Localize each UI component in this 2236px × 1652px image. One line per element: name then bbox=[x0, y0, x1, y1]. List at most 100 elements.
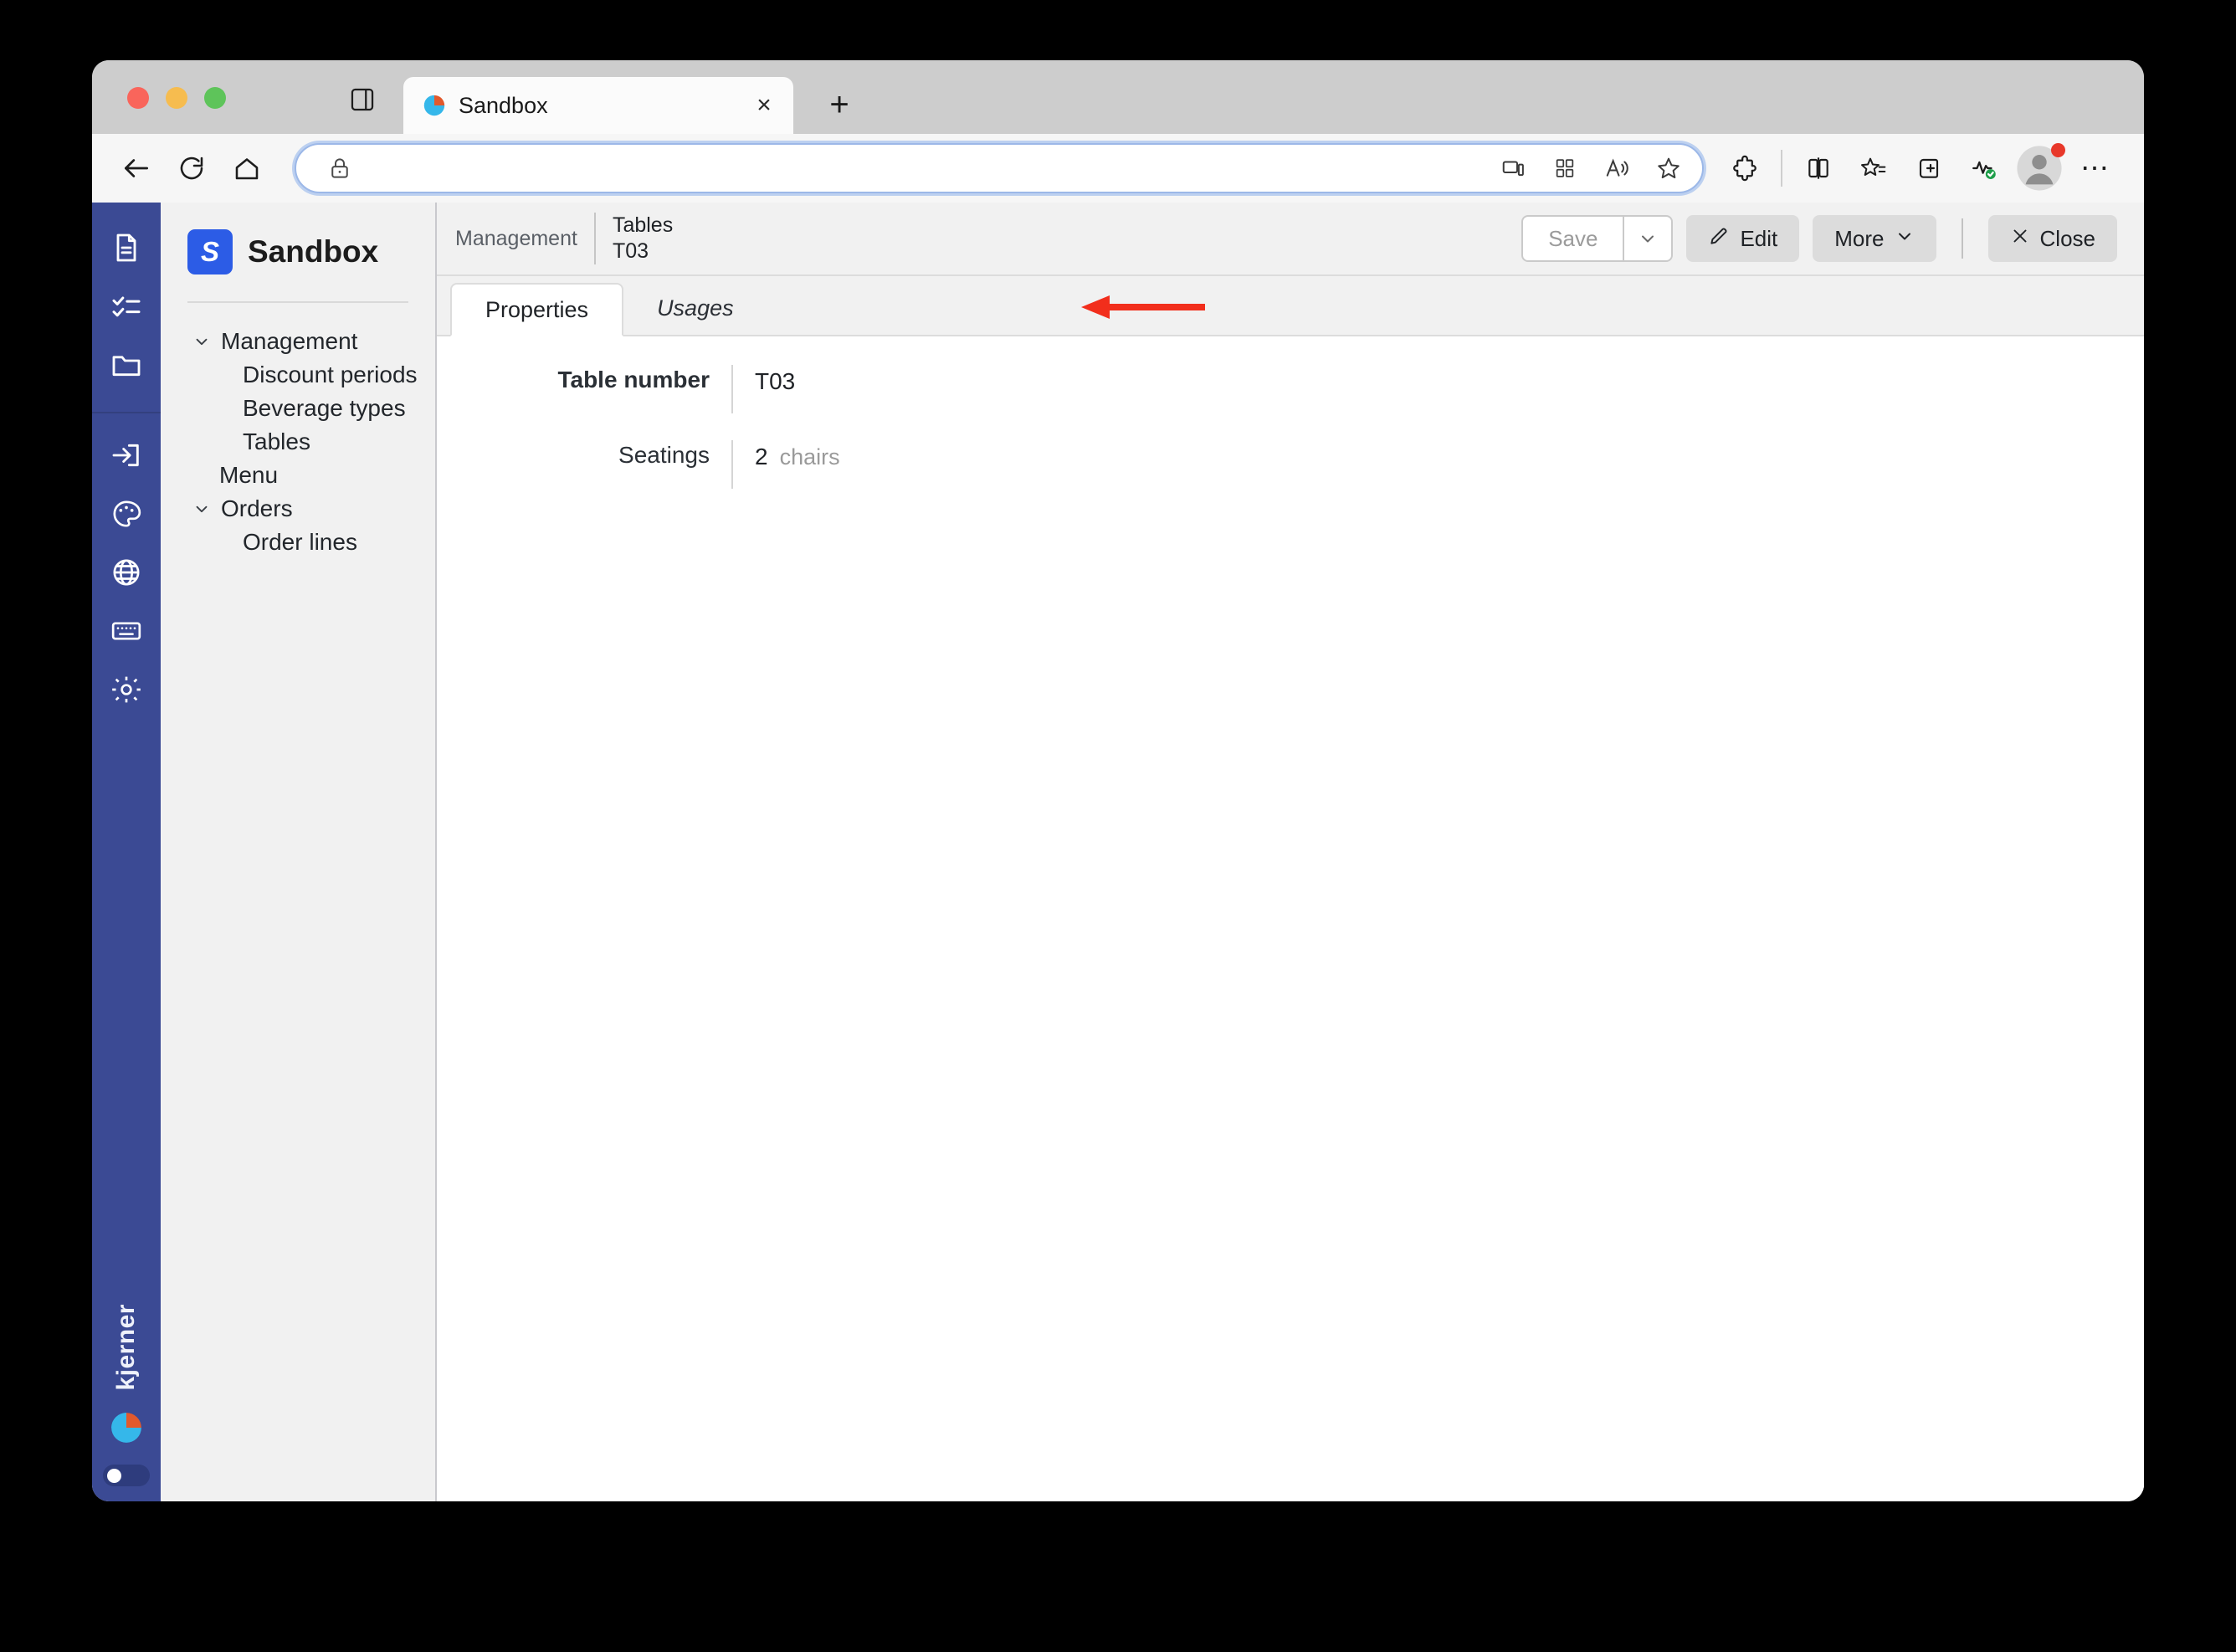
header-actions-divider bbox=[1961, 218, 1963, 259]
field-value: T03 bbox=[755, 368, 796, 394]
sidebar-item-orders[interactable]: Orders bbox=[161, 492, 435, 526]
favorites-icon[interactable] bbox=[1848, 142, 1900, 194]
app-name: Sandbox bbox=[248, 234, 379, 269]
tab-close-icon[interactable]: × bbox=[748, 90, 780, 121]
breadcrumb-root[interactable]: Management bbox=[455, 213, 594, 264]
close-button-label: Close bbox=[2039, 225, 2095, 251]
close-icon bbox=[2010, 226, 2030, 252]
window-close-button[interactable] bbox=[127, 87, 149, 109]
window-traffic-lights bbox=[127, 87, 226, 109]
rail-footer: kjerner bbox=[92, 1304, 161, 1486]
edit-button[interactable]: Edit bbox=[1686, 215, 1800, 262]
chevron-down-icon bbox=[1895, 226, 1915, 252]
profile-notification-badge bbox=[2051, 143, 2065, 157]
breadcrumb-current: Tables T03 bbox=[596, 213, 673, 264]
annotation-arrow-icon bbox=[1081, 295, 1205, 319]
cast-device-icon[interactable] bbox=[1491, 146, 1535, 190]
main-content: Management Tables T03 Save Edit More Clo… bbox=[437, 203, 2144, 1501]
tab-label: Usages bbox=[657, 295, 734, 321]
login-icon[interactable] bbox=[103, 432, 150, 479]
browser-toolbar: ⋯ bbox=[92, 134, 2144, 203]
extensions-icon[interactable] bbox=[1719, 142, 1771, 194]
toolbar-divider bbox=[1781, 150, 1782, 187]
lock-icon[interactable] bbox=[318, 146, 362, 190]
browser-more-menu-icon[interactable]: ⋯ bbox=[2069, 142, 2121, 194]
palette-icon[interactable] bbox=[103, 490, 150, 537]
window-minimize-button[interactable] bbox=[166, 87, 187, 109]
field-value-wrapper: 2 chairs bbox=[731, 440, 2144, 489]
sidebar-item-label: Menu bbox=[219, 462, 279, 488]
edit-button-label: Edit bbox=[1740, 225, 1778, 251]
chevron-down-icon[interactable] bbox=[191, 498, 213, 520]
reload-icon[interactable] bbox=[166, 142, 218, 194]
sidebar-item-beverage-types[interactable]: Beverage types bbox=[161, 392, 435, 425]
save-button-group[interactable]: Save bbox=[1521, 215, 1674, 262]
sidebar-item-label: Discount periods bbox=[243, 362, 418, 387]
field-value-wrapper: T03 bbox=[731, 365, 2144, 413]
sidebar-item-menu[interactable]: Menu bbox=[161, 459, 435, 492]
app-body: kjerner S Sandbox Management Discount pe… bbox=[92, 203, 2144, 1501]
sidebar-item-discount-periods[interactable]: Discount periods bbox=[161, 358, 435, 392]
checklist-icon[interactable] bbox=[103, 283, 150, 330]
app-navigation-sidebar: S Sandbox Management Discount periods Be… bbox=[161, 203, 437, 1501]
split-screen-icon[interactable] bbox=[1792, 142, 1844, 194]
rail-theme-toggle[interactable] bbox=[103, 1465, 150, 1486]
field-label: Table number bbox=[557, 367, 710, 392]
sidebar-item-label: Management bbox=[221, 328, 358, 354]
gear-icon[interactable] bbox=[103, 666, 150, 713]
favorite-star-icon[interactable] bbox=[1647, 146, 1690, 190]
document-icon[interactable] bbox=[103, 224, 150, 271]
keyboard-icon[interactable] bbox=[103, 608, 150, 654]
window-maximize-button[interactable] bbox=[204, 87, 226, 109]
field-table-number: Table number T03 bbox=[437, 365, 2144, 413]
more-button[interactable]: More bbox=[1813, 215, 1936, 262]
collections-icon[interactable] bbox=[1903, 142, 1955, 194]
form-row-spacer bbox=[437, 413, 2144, 440]
read-aloud-icon[interactable] bbox=[1595, 146, 1639, 190]
save-button[interactable]: Save bbox=[1523, 217, 1623, 260]
navigation-tree: Management Discount periods Beverage typ… bbox=[161, 303, 435, 559]
properties-form: Table number T03 Seatings 2 chairs bbox=[437, 336, 2144, 1501]
sidebar-item-management[interactable]: Management bbox=[161, 325, 435, 358]
sidebar-item-tables[interactable]: Tables bbox=[161, 425, 435, 459]
breadcrumb-record-id: T03 bbox=[612, 239, 649, 263]
save-dropdown-chevron-down-icon[interactable] bbox=[1623, 217, 1671, 260]
close-button[interactable]: Close bbox=[1987, 215, 2117, 262]
address-bar[interactable] bbox=[295, 143, 1704, 193]
detail-tabs: Properties Usages bbox=[437, 276, 2144, 336]
field-label: Seatings bbox=[618, 442, 710, 468]
new-tab-button[interactable]: + bbox=[820, 85, 859, 124]
sidebar-item-label: Order lines bbox=[243, 529, 357, 555]
breadcrumb-entity[interactable]: Tables bbox=[613, 213, 673, 238]
folder-icon[interactable] bbox=[103, 341, 150, 388]
chevron-down-icon[interactable] bbox=[191, 331, 213, 352]
tab-properties[interactable]: Properties bbox=[450, 283, 624, 336]
tab-strip: Sandbox × + bbox=[92, 60, 2144, 134]
sidebar-item-label: Tables bbox=[243, 428, 310, 454]
sidebar-item-label: Orders bbox=[221, 495, 293, 521]
icon-rail: kjerner bbox=[92, 203, 161, 1501]
header-actions: Save Edit More Close bbox=[1521, 215, 2117, 262]
rail-brand-name: kjerner bbox=[112, 1304, 140, 1391]
tab-title: Sandbox bbox=[459, 92, 548, 118]
pencil-icon bbox=[1708, 225, 1730, 253]
browser-tab[interactable]: Sandbox × bbox=[403, 77, 793, 134]
sidebar-item-label: Beverage types bbox=[243, 395, 406, 421]
home-icon[interactable] bbox=[221, 142, 273, 194]
browser-window: Sandbox × + ⋯ kjerner S Sandbox Manageme… bbox=[92, 60, 2144, 1501]
globe-icon[interactable] bbox=[103, 549, 150, 596]
qr-code-icon[interactable] bbox=[1543, 146, 1587, 190]
more-button-label: More bbox=[1834, 225, 1885, 251]
app-logo: S bbox=[187, 229, 233, 274]
profile-avatar[interactable] bbox=[2013, 142, 2065, 194]
breadcrumb: Management Tables T03 bbox=[455, 213, 673, 264]
app-branding: S Sandbox bbox=[161, 223, 435, 274]
rail-divider bbox=[92, 412, 161, 413]
field-unit: chairs bbox=[779, 444, 840, 469]
tab-usages[interactable]: Usages bbox=[623, 281, 767, 335]
sidebar-item-order-lines[interactable]: Order lines bbox=[161, 526, 435, 559]
browser-sidebar-toggle-icon[interactable] bbox=[348, 85, 377, 114]
field-value: 2 bbox=[755, 444, 768, 469]
browser-essentials-icon[interactable] bbox=[1958, 142, 2010, 194]
back-icon[interactable] bbox=[110, 142, 162, 194]
